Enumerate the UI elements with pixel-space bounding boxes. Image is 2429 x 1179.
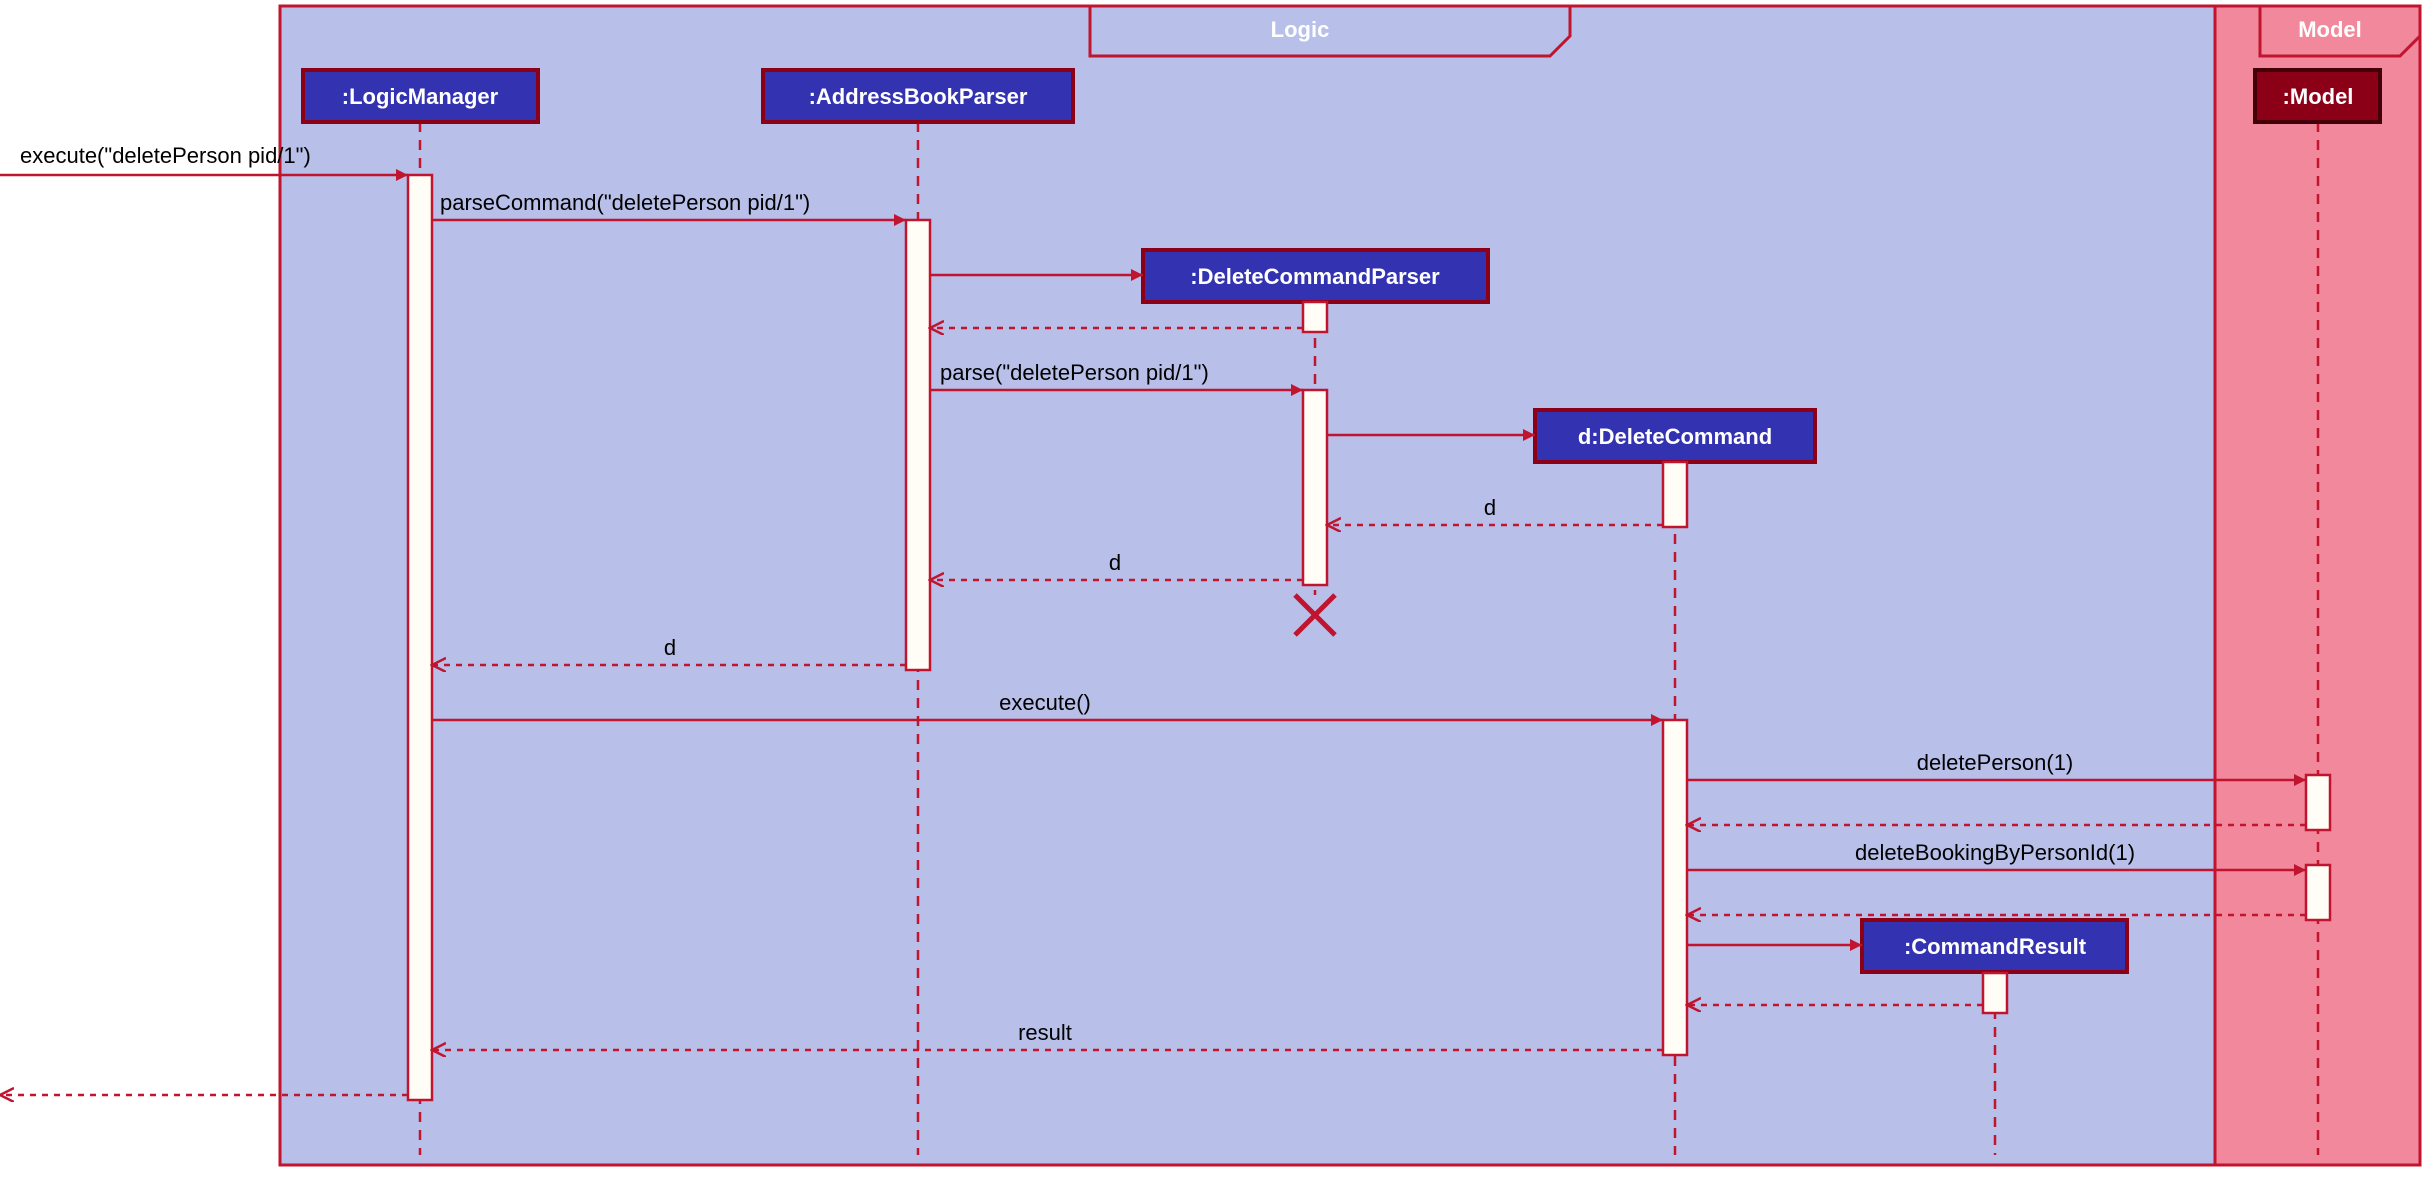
frame-model-label: Model xyxy=(2298,17,2362,42)
participant-delete-command-parser-label: :DeleteCommandParser xyxy=(1190,264,1440,289)
msg-parse-label: parse("deletePerson pid/1") xyxy=(940,360,1209,385)
msg-return-d-3-label: d xyxy=(664,635,676,660)
msg-parse-command-label: parseCommand("deletePerson pid/1") xyxy=(440,190,810,215)
msg-execute-label: execute() xyxy=(999,690,1091,715)
msg-delete-person-label: deletePerson(1) xyxy=(1917,750,2074,775)
msg-return-d-1-label: d xyxy=(1484,495,1496,520)
msg-return-d-2-label: d xyxy=(1109,550,1121,575)
frame-logic-label: Logic xyxy=(1271,17,1330,42)
participant-command-result-label: :CommandResult xyxy=(1904,934,2087,959)
msg-result-label: result xyxy=(1018,1020,1072,1045)
participant-command-result: :CommandResult xyxy=(1862,920,2127,972)
participant-delete-command-label: d:DeleteCommand xyxy=(1578,424,1772,449)
participant-model-label: :Model xyxy=(2283,84,2354,109)
msg-delete-booking-label: deleteBookingByPersonId(1) xyxy=(1855,840,2135,865)
participant-model: :Model xyxy=(2255,70,2380,122)
frame-logic: Logic xyxy=(280,6,2380,1165)
participant-logic-manager: :LogicManager xyxy=(303,70,538,122)
participant-addressbook-parser-label: :AddressBookParser xyxy=(809,84,1028,109)
participant-logic-manager-label: :LogicManager xyxy=(342,84,499,109)
participant-delete-command-parser: :DeleteCommandParser xyxy=(1143,250,1488,302)
msg-execute-in-label: execute("deletePerson pid/1") xyxy=(20,143,311,168)
participant-addressbook-parser: :AddressBookParser xyxy=(763,70,1073,122)
participant-delete-command: d:DeleteCommand xyxy=(1535,410,1815,462)
